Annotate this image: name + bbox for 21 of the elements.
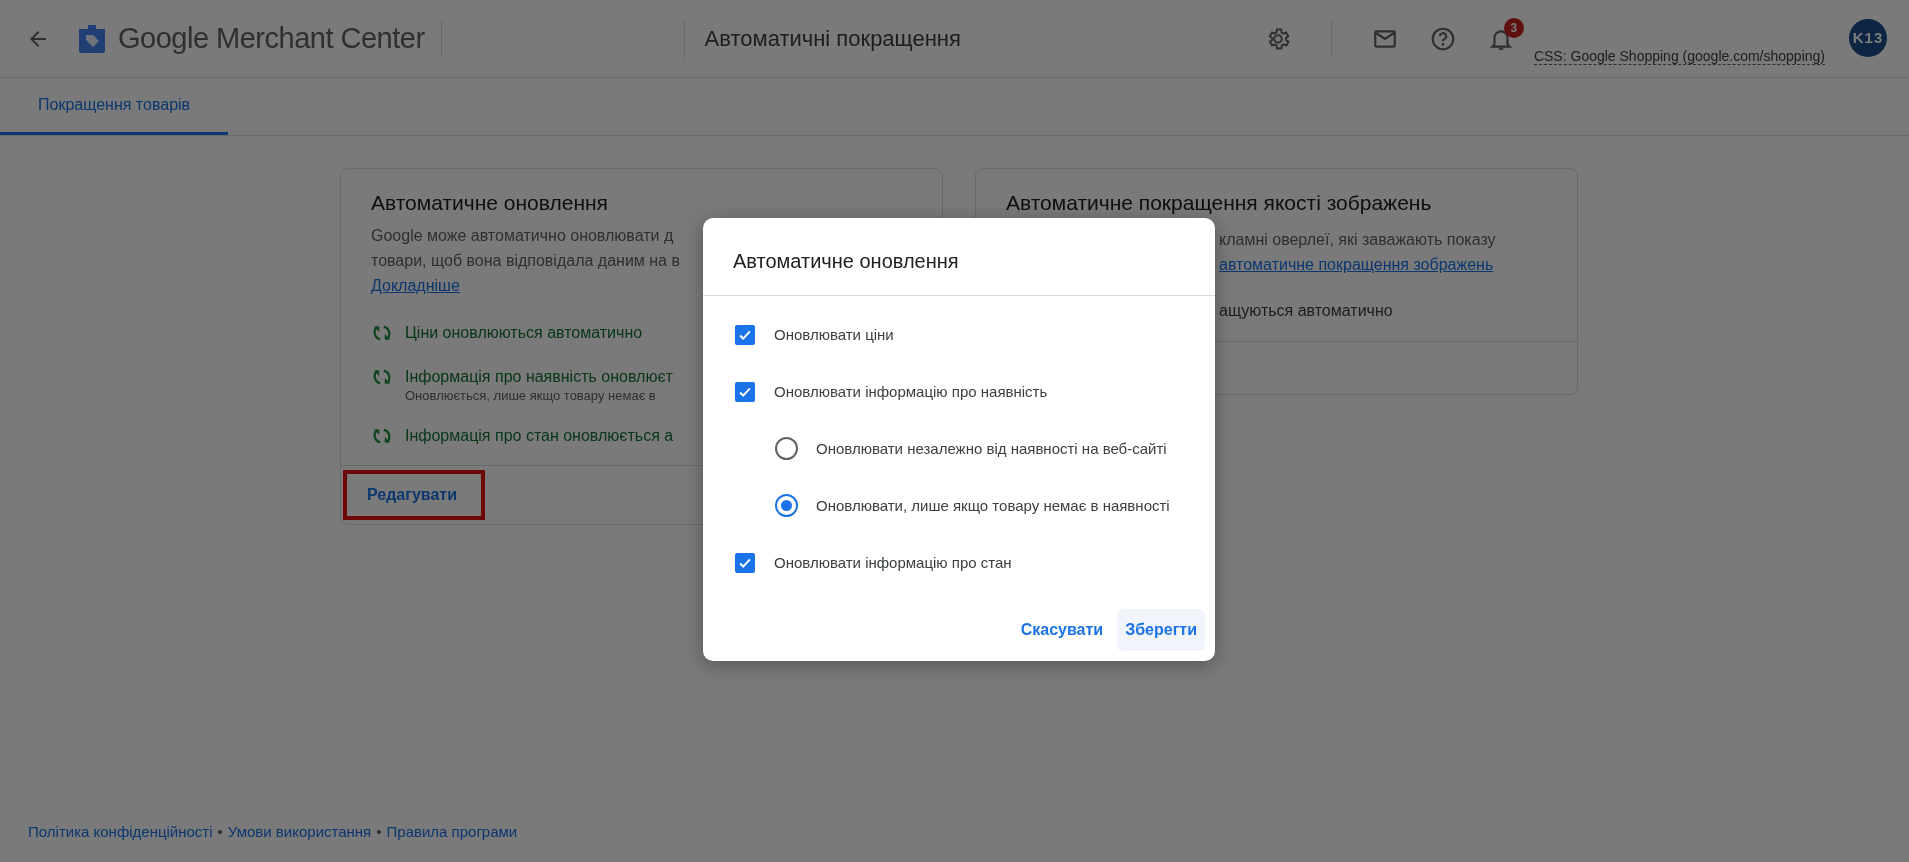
dialog-title: Автоматичне оновлення [703, 218, 1215, 296]
app-logo-text: Google Merchant Center [118, 22, 425, 55]
status-text: Інформація про наявність оновлюєт [405, 367, 673, 387]
separator-dot: • [217, 823, 223, 840]
card-title: Автоматичне оновлення [371, 191, 609, 215]
status-subtext: Оновлюється, лише якщо товару немає в [405, 388, 657, 403]
option-label: Оновлювати інформацію про стан [774, 554, 1012, 571]
option-label: Оновлювати ціни [774, 326, 894, 343]
option-label: Оновлювати незалежно від наявності на веб-сайті [816, 440, 1167, 457]
card-description: Google може автоматично оновлювати д [371, 226, 674, 246]
notification-count-badge: 3 [1503, 17, 1524, 38]
status-text: ащуються автоматично [1219, 301, 1394, 321]
option-label: Оновлювати інформацію про наявність [774, 383, 1048, 400]
separator-dot: • [376, 823, 382, 840]
card-description: кламні оверлеї, які заважають показу [1219, 230, 1496, 250]
option-label: Оновлювати, лише якщо товару немає в наявності [816, 497, 1170, 514]
card-description: товари, щоб вона відповідала даним на в [371, 251, 680, 271]
status-text: Інформація про стан оновлюється а [405, 426, 674, 446]
status-text: Ціни оновлюються автоматично [405, 323, 643, 343]
card-title: Автоматичне покращення якості зображень [1006, 191, 1433, 215]
page-title: Автоматичні покращення [704, 25, 961, 52]
